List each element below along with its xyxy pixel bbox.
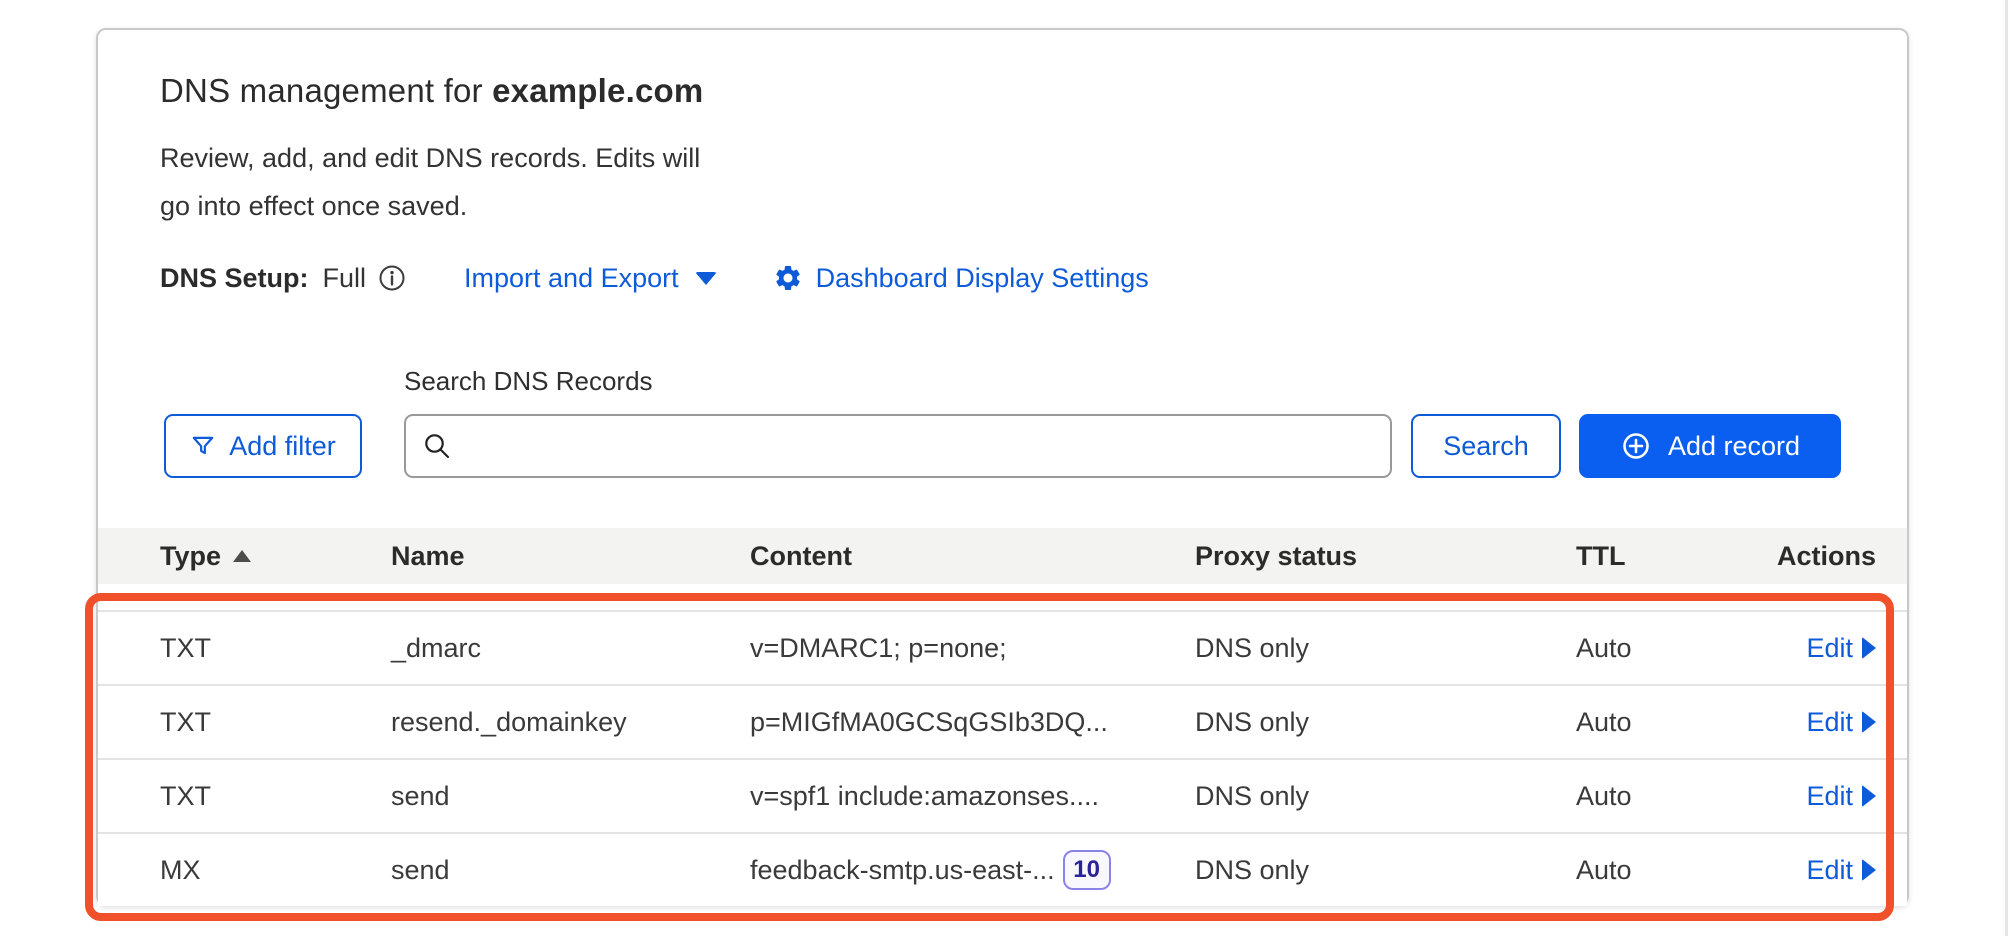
cell-content: v=DMARC1; p=none; <box>750 633 1195 664</box>
edit-link[interactable]: Edit <box>1806 855 1876 886</box>
table-row[interactable]: MX send feedback-smtp.us-east-... 10 DNS… <box>98 832 1907 906</box>
cell-actions: Edit <box>1760 855 1876 886</box>
cell-ttl: Auto <box>1576 855 1760 886</box>
page-description: Review, add, and edit DNS records. Edits… <box>160 134 700 230</box>
domain-name: example.com <box>492 72 703 109</box>
table-header-actions: Actions <box>1760 541 1876 572</box>
cell-type: MX <box>160 855 391 886</box>
add-filter-button[interactable]: Add filter <box>164 414 362 478</box>
import-export-label: Import and Export <box>464 263 679 294</box>
edit-link[interactable]: Edit <box>1806 633 1876 664</box>
cell-content: p=MIGfMA0GCSqGSIb3DQ... <box>750 707 1195 738</box>
cell-proxy-status: DNS only <box>1195 707 1576 738</box>
cell-content: v=spf1 include:amazonses.... <box>750 781 1195 812</box>
table-header-content: Content <box>750 541 1195 572</box>
cell-content-text: feedback-smtp.us-east-... <box>750 855 1055 886</box>
table-header-type-label: Type <box>160 541 221 572</box>
cell-ttl: Auto <box>1576 781 1760 812</box>
cell-content: feedback-smtp.us-east-... 10 <box>750 850 1195 890</box>
controls-row: Add filter Search Add record <box>98 414 1907 478</box>
add-record-label: Add record <box>1668 431 1800 462</box>
search-input[interactable] <box>404 414 1392 478</box>
search-input-wrap <box>404 414 1392 478</box>
dns-setup-row: DNS Setup: Full Import and Export Dashbo… <box>160 258 1149 298</box>
dns-setup-value: Full <box>323 263 367 294</box>
cell-proxy-status: DNS only <box>1195 633 1576 664</box>
priority-badge: 10 <box>1063 850 1111 890</box>
table-header: Type Name Content Proxy status TTL Actio… <box>98 528 1907 584</box>
cell-proxy-status: DNS only <box>1195 781 1576 812</box>
cell-type: TXT <box>160 633 391 664</box>
description-line-2: go into effect once saved. <box>160 182 700 230</box>
dns-setup-label: DNS Setup: <box>160 263 309 294</box>
cell-name: resend._domainkey <box>391 707 750 738</box>
dashboard-display-settings-label: Dashboard Display Settings <box>816 263 1149 294</box>
dns-management-card: DNS management for example.com Review, a… <box>96 28 1909 906</box>
table-row[interactable]: TXT send v=spf1 include:amazonses.... DN… <box>98 758 1907 832</box>
search-button-label: Search <box>1443 431 1529 462</box>
cell-name: _dmarc <box>391 633 750 664</box>
table-row[interactable]: TXT _dmarc v=DMARC1; p=none; DNS only Au… <box>98 610 1907 684</box>
table-header-type[interactable]: Type <box>160 541 391 572</box>
page-right-edge-divider <box>2005 0 2008 936</box>
cell-proxy-status: DNS only <box>1195 855 1576 886</box>
cell-ttl: Auto <box>1576 633 1760 664</box>
cell-name: send <box>391 855 750 886</box>
info-icon[interactable] <box>378 264 406 292</box>
cell-ttl: Auto <box>1576 707 1760 738</box>
caret-right-icon <box>1862 711 1876 733</box>
edit-link-label: Edit <box>1806 855 1853 886</box>
edit-link-label: Edit <box>1806 781 1853 812</box>
dashboard-display-settings-link[interactable]: Dashboard Display Settings <box>773 263 1149 294</box>
table-row[interactable]: TXT resend._domainkey p=MIGfMA0GCSqGSIb3… <box>98 684 1907 758</box>
caret-right-icon <box>1862 637 1876 659</box>
cell-name: send <box>391 781 750 812</box>
page-title-prefix: DNS management for <box>160 72 492 109</box>
add-filter-label: Add filter <box>229 431 336 462</box>
edit-link-label: Edit <box>1806 633 1853 664</box>
table-header-proxy-status: Proxy status <box>1195 541 1576 572</box>
sort-ascending-icon <box>233 550 251 562</box>
cell-content-text: p=MIGfMA0GCSqGSIb3DQ... <box>750 707 1108 738</box>
cell-actions: Edit <box>1760 633 1876 664</box>
table-header-name: Name <box>391 541 750 572</box>
edit-link[interactable]: Edit <box>1806 707 1876 738</box>
plus-icon <box>1620 430 1652 462</box>
table-header-ttl: TTL <box>1576 541 1760 572</box>
description-line-1: Review, add, and edit DNS records. Edits… <box>160 134 700 182</box>
gear-icon <box>773 263 803 293</box>
filter-icon <box>190 433 216 459</box>
cell-actions: Edit <box>1760 781 1876 812</box>
cell-content-text: v=DMARC1; p=none; <box>750 633 1007 664</box>
search-button[interactable]: Search <box>1411 414 1561 478</box>
cell-content-text: v=spf1 include:amazonses.... <box>750 781 1099 812</box>
import-export-link[interactable]: Import and Export <box>464 263 717 294</box>
edit-link-label: Edit <box>1806 707 1853 738</box>
cell-type: TXT <box>160 781 391 812</box>
caret-right-icon <box>1862 859 1876 881</box>
edit-link[interactable]: Edit <box>1806 781 1876 812</box>
cell-type: TXT <box>160 707 391 738</box>
dns-records-table: TXT _dmarc v=DMARC1; p=none; DNS only Au… <box>98 610 1907 906</box>
page-title: DNS management for example.com <box>160 72 703 110</box>
add-record-button[interactable]: Add record <box>1579 414 1841 478</box>
cell-actions: Edit <box>1760 707 1876 738</box>
chevron-down-icon <box>695 272 717 285</box>
caret-right-icon <box>1862 785 1876 807</box>
search-field-label: Search DNS Records <box>404 366 653 397</box>
